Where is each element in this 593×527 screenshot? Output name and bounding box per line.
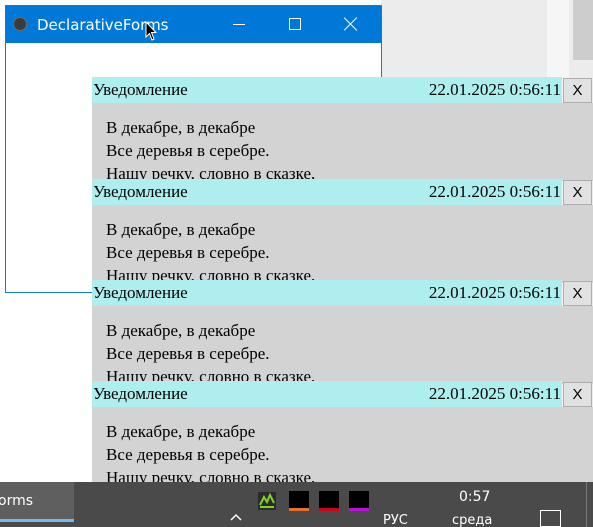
notification-title: Уведомление <box>93 384 188 403</box>
maximize-button[interactable] <box>272 6 318 43</box>
black-square-icon-orange[interactable] <box>289 491 309 511</box>
notification-popup[interactable]: Уведомление 22.01.2025 0:56:11 X В декаб… <box>92 179 593 283</box>
notification-line: В декабре, в декабре <box>106 118 256 137</box>
notification-header: Уведомление 22.01.2025 0:56:11 <box>92 179 562 205</box>
notification-title: Уведомление <box>93 182 188 201</box>
minimize-icon <box>233 24 245 25</box>
notification-header: Уведомление 22.01.2025 0:56:11 <box>92 381 562 407</box>
desktop: DeclarativeForms Уведомление 22.01.2025 … <box>0 0 593 527</box>
taskbar-app-button[interactable]: orms <box>0 482 74 522</box>
notification-line: Все деревья в серебре. <box>106 344 270 363</box>
notification-body: В декабре, в декабре Все деревья в сереб… <box>92 306 593 384</box>
mouse-cursor-icon <box>145 21 157 41</box>
notification-close-button[interactable]: X <box>563 180 592 205</box>
notification-popup[interactable]: Уведомление 22.01.2025 0:56:11 X В декаб… <box>92 381 593 485</box>
notification-line: Все деревья в серебре. <box>106 141 270 160</box>
notification-close-button[interactable]: X <box>563 281 592 306</box>
notification-popup[interactable]: Уведомление 22.01.2025 0:56:11 X В декаб… <box>92 77 593 181</box>
notification-timestamp: 22.01.2025 0:56:11 <box>428 384 561 403</box>
notification-timestamp: 22.01.2025 0:56:11 <box>428 283 561 302</box>
taskbar-app-label: orms <box>0 493 34 509</box>
close-button[interactable] <box>328 6 374 43</box>
black-square-icon-red[interactable] <box>319 491 339 511</box>
show-desktop-button[interactable] <box>586 482 587 527</box>
notification-timestamp: 22.01.2025 0:56:11 <box>428 80 561 99</box>
language-indicator[interactable]: РУС <box>383 513 408 527</box>
notification-title: Уведомление <box>93 283 188 302</box>
background-scrollbar-thumb[interactable] <box>573 0 593 60</box>
globe-icon <box>13 17 27 31</box>
minimize-button[interactable] <box>216 6 262 43</box>
maximize-icon <box>289 18 301 30</box>
window-titlebar[interactable]: DeclarativeForms <box>6 6 381 43</box>
notification-line: В декабре, в декабре <box>106 321 256 340</box>
notification-timestamp: 22.01.2025 0:56:11 <box>428 182 561 201</box>
notification-line: Все деревья в серебре. <box>106 445 270 464</box>
notification-header: Уведомление 22.01.2025 0:56:11 <box>92 77 562 103</box>
taskbar: orms РУС 0:57 среда <box>0 482 593 527</box>
notification-body: В декабре, в декабре Все деревья в сереб… <box>92 205 593 283</box>
notification-title: Уведомление <box>93 80 188 99</box>
notification-line: В декабре, в декабре <box>106 220 256 239</box>
black-square-icon-purple[interactable] <box>349 491 369 511</box>
chevron-up-icon[interactable] <box>230 513 242 521</box>
notification-body: В декабре, в декабре Все деревья в сереб… <box>92 407 593 485</box>
clock-time[interactable]: 0:57 <box>459 489 490 505</box>
notification-header: Уведомление 22.01.2025 0:56:11 <box>92 280 562 306</box>
close-icon <box>344 17 358 31</box>
notification-line: В декабре, в декабре <box>106 422 256 441</box>
clock-day[interactable]: среда <box>452 513 492 527</box>
action-center-icon[interactable] <box>540 510 561 527</box>
gpu-monitor-icon[interactable] <box>257 491 277 511</box>
notification-close-button[interactable]: X <box>563 382 592 407</box>
taskbar-active-indicator <box>0 519 74 522</box>
notification-line: Все деревья в серебре. <box>106 243 270 262</box>
notification-body: В декабре, в декабре Все деревья в сереб… <box>92 103 593 181</box>
notification-popup[interactable]: Уведомление 22.01.2025 0:56:11 X В декаб… <box>92 280 593 384</box>
notification-close-button[interactable]: X <box>563 78 592 103</box>
